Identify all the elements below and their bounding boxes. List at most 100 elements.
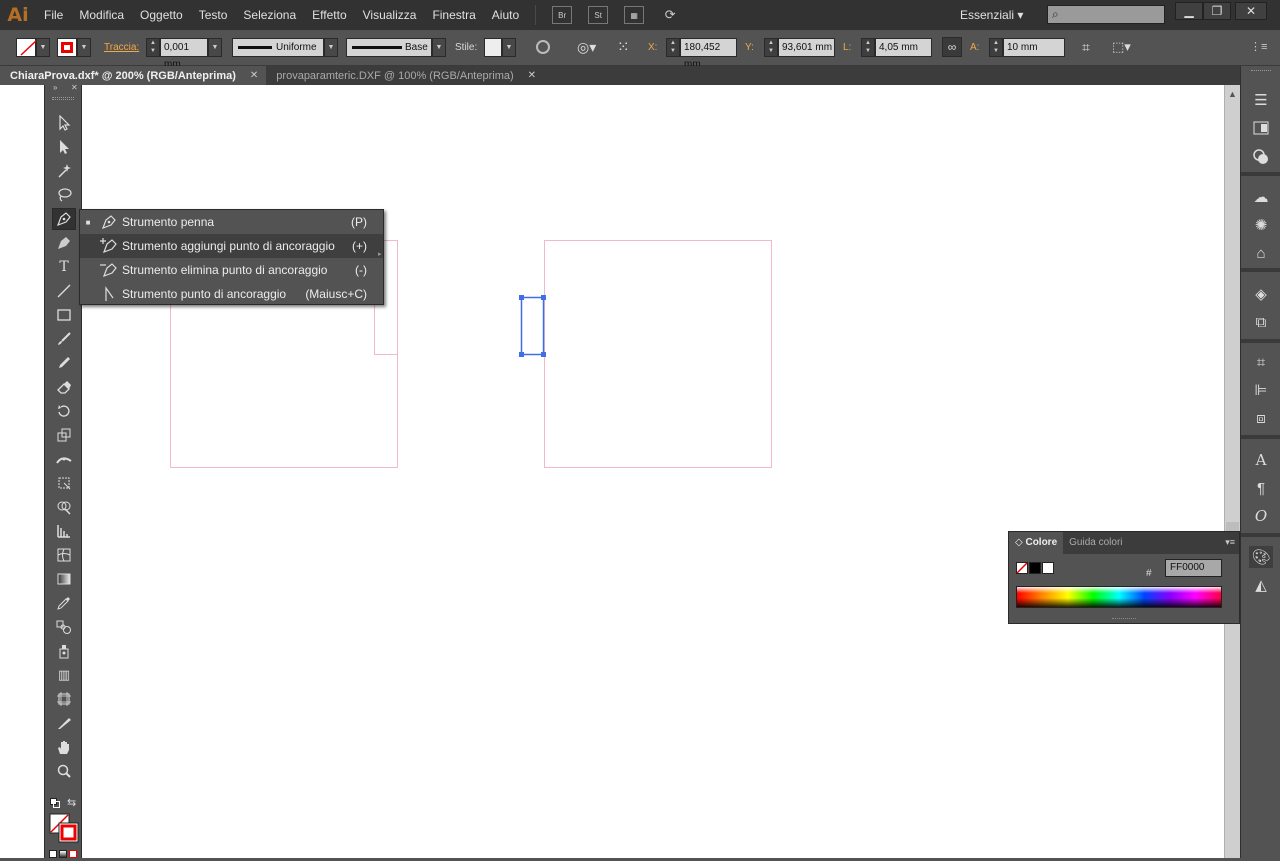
pencil-tool-icon[interactable] [52,352,76,374]
symbol-sprayer-tool-icon[interactable] [52,640,76,662]
artboards-panel-icon[interactable]: ⧉ [1249,311,1273,333]
style-dropdown[interactable]: ▼ [502,38,516,57]
color-mode-buttons[interactable] [49,850,79,858]
collapse-icon[interactable]: » [53,83,57,92]
swap-fill-stroke-icon[interactable]: ⇆ [67,796,76,809]
shape-builder-tool-icon[interactable] [52,496,76,518]
fill-dropdown[interactable]: ▼ [36,38,50,57]
tab-chiaraprova[interactable]: ChiaraProva.dxf* @ 200% (RGB/Anteprima) … [0,66,267,85]
flyout-item-add-anchor[interactable]: Strumento aggiungi punto di ancoraggio (… [80,234,383,258]
menu-item-seleziona[interactable]: Seleziona [235,0,304,30]
stroke-swatch[interactable] [57,38,77,57]
properties-menu-icon[interactable]: ☰ [1249,89,1273,111]
hand-tool-icon[interactable] [52,736,76,758]
default-fill-stroke-icon[interactable] [50,798,60,808]
panel-grip[interactable] [52,97,74,100]
stock-button[interactable]: St [588,6,609,24]
rectangle-tool-icon[interactable] [52,304,76,326]
pen-tool-icon[interactable] [52,208,76,230]
flyout-item-pen[interactable]: ■ Strumento penna (P) [80,210,383,234]
gradient-tool-icon[interactable] [52,568,76,590]
color-mode-icon[interactable] [49,850,57,858]
symbols-panel-icon[interactable]: ⌂ [1249,242,1273,264]
restore-button[interactable]: ❐ [1203,2,1231,20]
reference-point-icon[interactable]: ⁙ [617,38,630,56]
paintbrush-tool-icon[interactable] [52,328,76,350]
tab-guida-colori[interactable]: Guida colori [1063,532,1128,554]
zoom-tool-icon[interactable] [52,760,76,782]
scroll-up-arrow-icon[interactable]: ▲ [1228,89,1237,99]
mesh-tool-icon[interactable] [52,544,76,566]
profile-dropdown[interactable]: ▼ [324,38,338,57]
lasso-tool-icon[interactable] [52,184,76,206]
transform-icon[interactable]: ⌗ [1082,39,1090,56]
workspace-switcher[interactable]: Essenziali ▾ [960,0,1023,30]
close-window-button[interactable]: ✕ [1235,2,1267,20]
arrange-documents-icon[interactable]: ▦ [624,6,645,24]
none-mode-icon[interactable] [69,850,77,858]
y-stepper[interactable]: ▲ ▼ [764,38,778,57]
scale-tool-icon[interactable] [52,424,76,446]
panel-resize-grip[interactable] [1112,618,1136,621]
menu-item-modifica[interactable]: Modifica [71,0,132,30]
graphic-style-swatch[interactable] [484,38,502,57]
layers-panel-icon[interactable]: ◈ [1249,283,1273,305]
line-segment-tool-icon[interactable] [52,280,76,302]
flyout-item-delete-anchor[interactable]: Strumento elimina punto di ancoraggio (-… [80,258,383,282]
brushes-panel-icon[interactable]: ✺ [1249,214,1273,236]
align-panel-icon[interactable]: ⊫ [1249,379,1273,401]
constrain-proportions-link-icon[interactable]: ∞ [942,37,962,57]
menu-item-oggetto[interactable]: Oggetto [132,0,191,30]
opentype-panel-icon[interactable]: O [1249,505,1273,527]
color-panel-icon[interactable]: 🎨︎ [1249,546,1273,568]
fill-stroke-widget[interactable] [49,813,79,843]
none-swatch[interactable] [1016,562,1028,574]
menu-item-aiuto[interactable]: Aiuto [484,0,527,30]
close-tab-icon[interactable]: ✕ [250,67,258,85]
width-stepper[interactable]: ▲ ▼ [861,38,875,57]
menu-item-testo[interactable]: Testo [191,0,236,30]
stroke-weight-stepper[interactable]: ▲ ▼ [146,38,160,57]
tab-colore[interactable]: ◇ Colore [1009,532,1064,554]
color-guide-panel-icon[interactable]: ◭ [1249,574,1273,596]
slice-tool-icon[interactable] [52,712,76,734]
gradient-mode-icon[interactable] [59,850,67,858]
stroke-label[interactable]: Traccia: [104,42,139,53]
selection-tool-icon[interactable] [52,112,76,134]
type-tool-icon[interactable]: T [52,256,76,278]
isolate-group-icon[interactable]: ⬚▾ [1112,39,1131,55]
column-graph-tool-icon[interactable]: ▥ [52,664,76,686]
rotate-tool-icon[interactable] [52,400,76,422]
free-transform-tool-icon[interactable] [52,472,76,494]
blend-tool-icon[interactable] [52,616,76,638]
opacity-icon[interactable] [536,40,550,54]
x-stepper[interactable]: ▲ ▼ [666,38,680,57]
appearance-panel-icon[interactable] [1249,146,1273,168]
stroke-weight-dropdown[interactable]: ▼ [208,38,222,57]
tools-panel-header[interactable]: » ✕ [45,83,83,92]
width-field[interactable]: 4,05 mm [875,38,932,57]
eraser-tool-icon[interactable] [52,376,76,398]
document-canvas[interactable] [0,85,1224,858]
tearoff-handle-icon[interactable]: ▸ [378,250,382,264]
hex-color-input[interactable]: FF0000 [1165,559,1222,577]
menu-item-finestra[interactable]: Finestra [424,0,483,30]
perspective-grid-tool-icon[interactable] [52,520,76,542]
panel-menu-icon[interactable]: ▾≡ [1225,537,1235,548]
vertical-scrollbar[interactable]: ▲ [1224,85,1240,858]
direct-selection-tool-icon[interactable] [52,136,76,158]
eyedropper-tool-icon[interactable] [52,592,76,614]
x-field[interactable]: 180,452 mm [680,38,737,70]
control-panel-menu-icon[interactable]: ⋮≡ [1250,40,1267,53]
menu-item-visualizza[interactable]: Visualizza [355,0,425,30]
brush-definition[interactable]: Base [346,38,432,57]
dock-grip[interactable] [1251,70,1271,73]
close-tab-icon[interactable]: ✕ [528,67,536,85]
flyout-item-anchor-point[interactable]: Strumento punto di ancoraggio (Maiusc+C) [80,282,383,306]
black-swatch[interactable] [1029,562,1041,574]
creative-cloud-libraries-icon[interactable]: ☁ [1249,186,1273,208]
stroke-weight-field[interactable]: 0,001 mm [160,38,208,70]
bridge-button[interactable]: Br [552,6,573,24]
white-swatch[interactable] [1042,562,1054,574]
magic-wand-tool-icon[interactable] [52,160,76,182]
